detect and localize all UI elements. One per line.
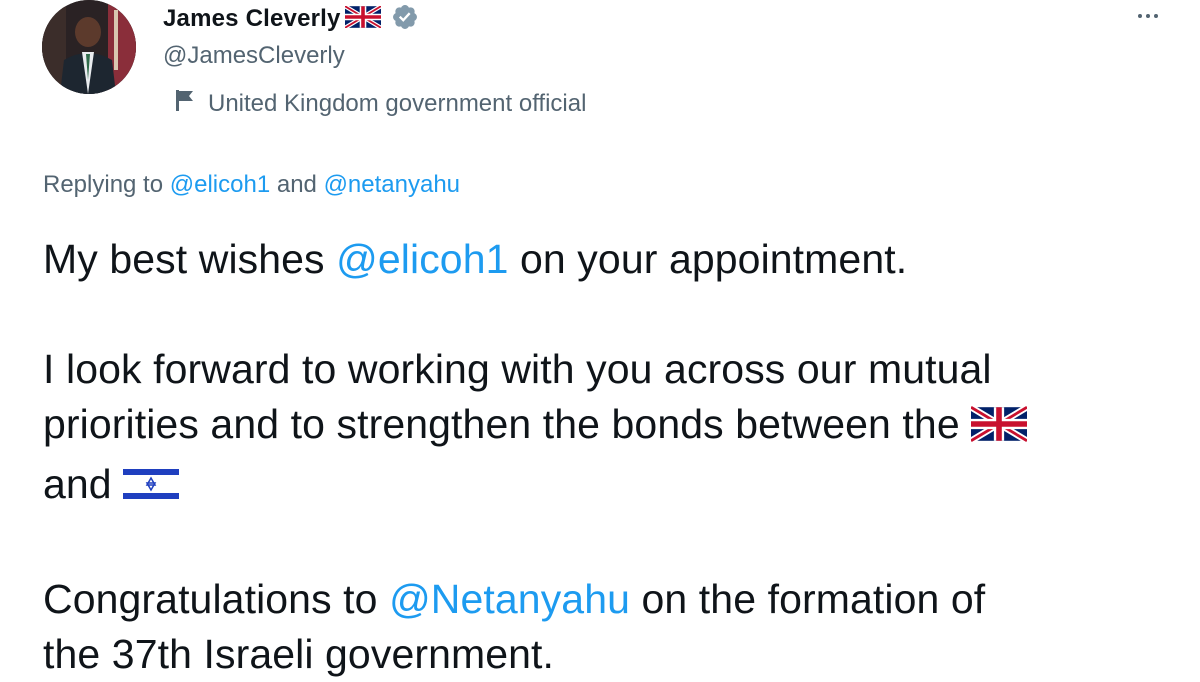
israel-flag-emoji bbox=[123, 462, 180, 517]
tweet-paragraph-3: Congratulations to @Netanyahu on the for… bbox=[43, 572, 1163, 682]
tweet-paragraph-1: My best wishes @elicoh1 on your appointm… bbox=[43, 232, 1163, 287]
tweet-text-segment: the 37th Israeli government. bbox=[43, 631, 555, 677]
government-flag-icon bbox=[174, 88, 196, 119]
government-label-text: United Kingdom government official bbox=[208, 89, 587, 117]
tweet-text-segment: on your appointment. bbox=[520, 236, 908, 282]
tweet-text-segment: priorities and to strengthen the bonds b… bbox=[43, 401, 960, 447]
verified-badge-icon bbox=[391, 3, 419, 36]
avatar[interactable] bbox=[42, 0, 136, 94]
tweet-text: My best wishes @elicoh1 on your appointm… bbox=[43, 232, 1163, 682]
more-options-dot bbox=[1154, 14, 1158, 18]
author-handle[interactable]: @JamesCleverly bbox=[163, 42, 345, 70]
uk-flag-icon bbox=[343, 3, 382, 33]
tweet-text-segment: I look forward to working with you acros… bbox=[43, 346, 992, 392]
mention-elicoh1[interactable]: @elicoh1 bbox=[336, 236, 508, 282]
tweet-text-segment: on the formation of bbox=[641, 576, 986, 622]
replying-to-prefix: Replying to bbox=[43, 171, 164, 198]
replying-to-joiner: and bbox=[276, 171, 317, 198]
more-options-dot bbox=[1146, 14, 1150, 18]
uk-flag-emoji bbox=[969, 402, 1029, 457]
tweet-text-segment: My best wishes bbox=[43, 236, 325, 282]
more-options-icon bbox=[1138, 14, 1142, 18]
tweet-paragraph-2: I look forward to working with you acros… bbox=[43, 342, 1163, 517]
tweet-text-segment: and bbox=[43, 461, 112, 507]
mention-netanyahu[interactable]: @Netanyahu bbox=[389, 576, 630, 622]
avatar-image bbox=[42, 0, 136, 94]
author-name-row[interactable]: James Cleverly bbox=[163, 2, 419, 36]
reply-mention-elicoh1[interactable]: @elicoh1 bbox=[170, 171, 270, 198]
government-label[interactable]: United Kingdom government official bbox=[174, 88, 586, 119]
replying-to: Replying to @elicoh1 and @netanyahu bbox=[43, 171, 460, 199]
more-options-button[interactable] bbox=[1128, 4, 1168, 28]
author-display-name[interactable]: James Cleverly bbox=[163, 5, 341, 33]
tweet-text-segment: Congratulations to bbox=[43, 576, 378, 622]
reply-mention-netanyahu[interactable]: @netanyahu bbox=[324, 171, 460, 198]
